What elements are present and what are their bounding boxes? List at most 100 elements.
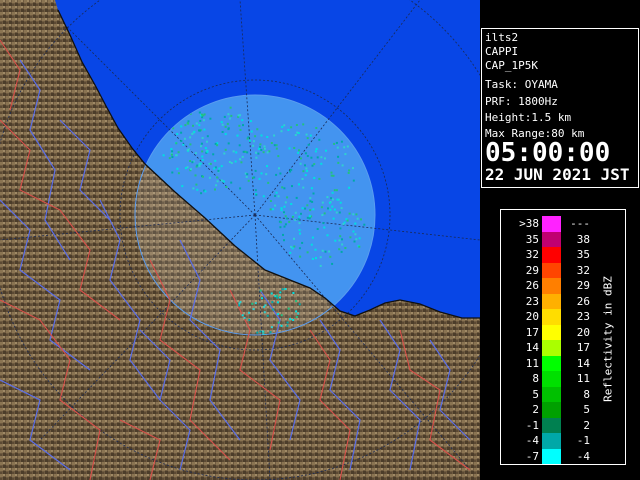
- echo-cell: [259, 143, 262, 146]
- radar-display: ilts2 CAPPI CAP_1P5K Task: OYAMA PRF: 18…: [0, 0, 640, 480]
- echo-cell: [329, 208, 332, 211]
- echo-cell: [171, 150, 174, 153]
- legend-row: 14 17: [501, 340, 601, 356]
- echo-cell: [310, 156, 313, 159]
- echo-cell: [304, 164, 306, 167]
- legend-low-value: >38: [519, 217, 539, 230]
- echo-cell: [182, 143, 185, 146]
- echo-cell: [270, 326, 273, 329]
- echo-cell: [232, 150, 235, 153]
- echo-cell: [199, 162, 202, 165]
- echo-cell: [175, 154, 178, 157]
- echo-cell: [293, 237, 295, 240]
- echo-cell: [256, 128, 259, 131]
- echo-cell: [266, 151, 269, 154]
- echo-cell: [257, 152, 260, 155]
- legend-row: -7 -4: [501, 448, 601, 464]
- echo-cell: [323, 226, 326, 229]
- echo-cell: [314, 150, 317, 153]
- echo-cell: [220, 121, 223, 124]
- echo-cell: [278, 167, 280, 170]
- echo-cell: [220, 179, 223, 182]
- echo-cell: [273, 134, 276, 137]
- echo-cell: [352, 167, 354, 170]
- echo-cell: [217, 169, 220, 172]
- echo-cell: [170, 153, 173, 156]
- legend-low-value: 11: [525, 356, 539, 370]
- echo-cell: [272, 308, 275, 311]
- echo-cell: [321, 214, 324, 216]
- observation-time: 05:00:00: [485, 138, 611, 168]
- echo-cell: [162, 154, 165, 157]
- echo-cell: [290, 203, 293, 205]
- legend-high-value: 20: [576, 325, 590, 339]
- echo-cell: [304, 207, 307, 210]
- echo-cell: [294, 134, 297, 136]
- echo-cell: [300, 212, 302, 215]
- echo-cell: [224, 125, 227, 128]
- legend-swatch: [542, 278, 561, 294]
- echo-cell: [275, 191, 278, 194]
- echo-cell: [279, 172, 282, 175]
- echo-cell: [295, 196, 298, 199]
- echo-cell: [298, 222, 301, 225]
- echo-cell: [261, 297, 263, 300]
- echo-cell: [238, 144, 241, 147]
- echo-cell: [229, 106, 232, 109]
- echo-cell: [247, 179, 250, 182]
- echo-cell: [310, 187, 313, 190]
- echo-cell: [348, 169, 351, 172]
- echo-cell: [187, 148, 190, 151]
- legend-swatch: [542, 386, 561, 402]
- echo-cell: [212, 153, 215, 156]
- echo-cell: [245, 175, 248, 178]
- echo-cell: [305, 167, 308, 170]
- echo-cell: [311, 236, 314, 239]
- echo-cell: [227, 142, 230, 145]
- legend-swatch: [542, 433, 561, 449]
- echo-cell: [349, 236, 352, 239]
- echo-cell: [356, 217, 359, 220]
- echo-cell: [254, 135, 257, 138]
- echo-cell: [335, 211, 338, 214]
- echo-cell: [318, 177, 321, 180]
- echo-cell: [198, 124, 201, 127]
- echo-cell: [332, 174, 335, 177]
- echo-cell: [315, 127, 318, 129]
- echo-cell: [249, 120, 252, 123]
- echo-cell: [354, 233, 357, 236]
- echo-cell: [295, 316, 298, 318]
- echo-cell: [363, 223, 366, 226]
- echo-cell: [280, 130, 283, 133]
- echo-cell: [355, 213, 358, 216]
- echo-cell: [198, 129, 201, 132]
- echo-cell: [341, 164, 344, 167]
- echo-cell: [306, 251, 309, 254]
- echo-cell: [339, 235, 342, 238]
- echo-cell: [263, 311, 266, 314]
- legend-high-value: 38: [576, 232, 590, 246]
- echo-cell: [348, 212, 351, 215]
- echo-cell: [346, 145, 349, 148]
- legend-row: 26 29: [501, 278, 601, 294]
- echo-cell: [310, 243, 313, 246]
- radar-map[interactable]: [0, 0, 480, 480]
- echo-cell: [180, 131, 183, 134]
- echo-cell: [259, 289, 262, 292]
- echo-cell: [264, 147, 266, 150]
- echo-cell: [344, 153, 347, 156]
- echo-cell: [269, 200, 272, 202]
- echo-cell: [283, 124, 286, 127]
- echo-cell: [287, 307, 290, 310]
- echo-cell: [234, 160, 237, 163]
- echo-cell: [312, 192, 315, 195]
- echo-cell: [319, 264, 322, 267]
- legend-high-value: 32: [576, 263, 590, 277]
- echo-cell: [293, 147, 296, 149]
- echo-cell: [255, 151, 257, 154]
- echo-cell: [270, 142, 273, 144]
- echo-cell: [206, 150, 209, 153]
- echo-cell: [333, 208, 336, 211]
- echo-cell: [223, 152, 226, 155]
- echo-cell: [236, 134, 239, 137]
